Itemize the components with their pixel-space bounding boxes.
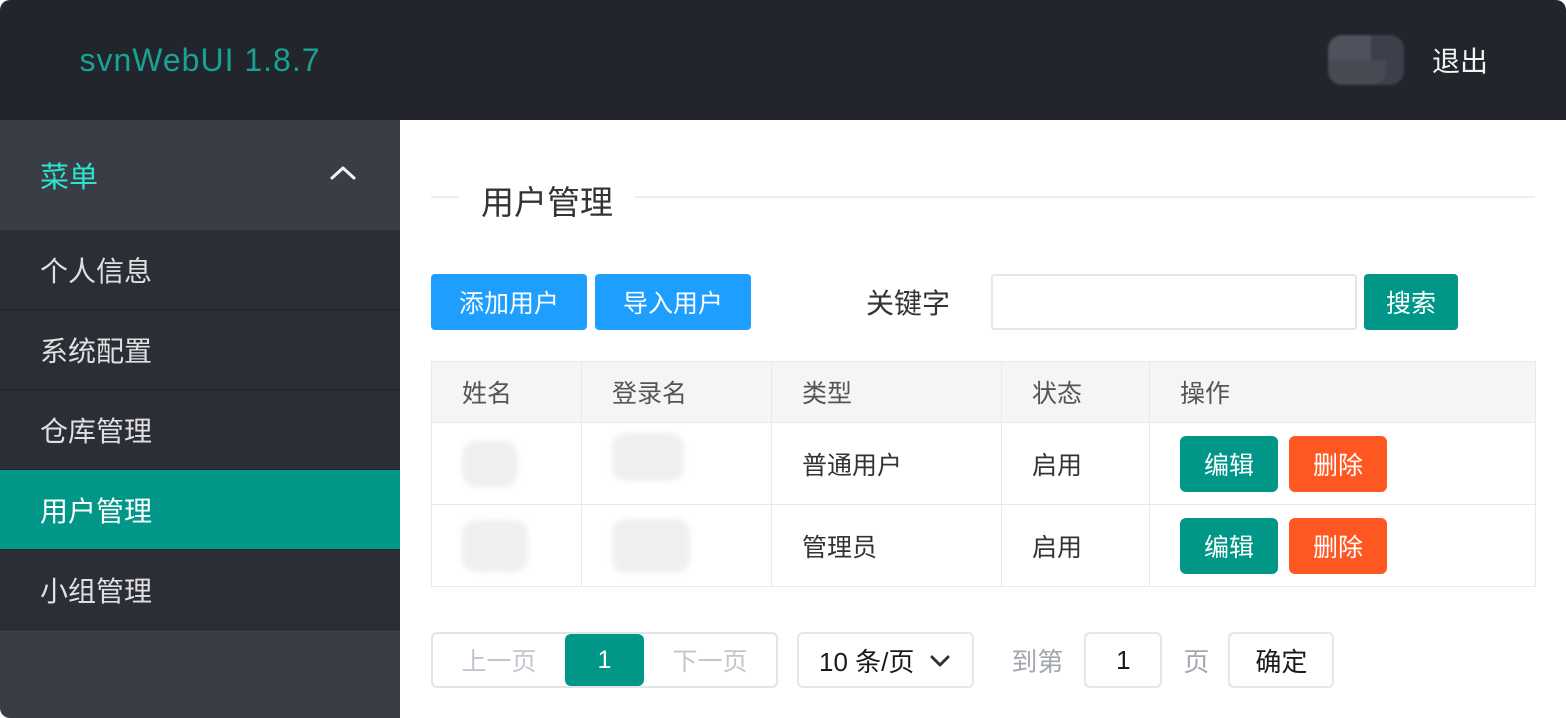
header-name: 姓名 <box>432 362 582 423</box>
sidebar-item-label: 系统配置 <box>40 330 152 370</box>
table-header-row: 姓名 登录名 类型 状态 操作 <box>432 362 1536 423</box>
header-login: 登录名 <box>582 362 772 423</box>
status-badge: 启用 <box>1002 505 1150 587</box>
topbar-user-area: 退出 <box>1328 35 1566 85</box>
sidebar-item-label: 用户管理 <box>40 490 152 530</box>
user-type-cell: 普通用户 <box>772 423 1002 505</box>
page-title: 用户管理 <box>459 176 635 224</box>
sidebar-nav: 菜单 个人信息 系统配置 仓库管理 用户管理 小组管理 <box>0 120 400 718</box>
page-nav-group: 上一页 1 下一页 <box>431 632 778 688</box>
import-user-button[interactable]: 导入用户 <box>595 274 751 330</box>
page-size-value: 10 条/页 <box>819 642 914 679</box>
main-content: 用户管理 添加用户 导入用户 关键字 搜索 姓名 登录名 类型 状态 操作 <box>400 120 1566 718</box>
table-row: 普通用户 启用 编辑 删除 <box>432 423 1536 505</box>
chevron-down-icon <box>928 645 952 676</box>
keyword-label: 关键字 <box>866 282 950 322</box>
redacted-name-value <box>462 520 528 572</box>
app-window: svnWebUI 1.8.7 退出 菜单 个人信息 系统配置 仓库管理 用户管理 <box>0 0 1566 718</box>
prev-page-button[interactable]: 上一页 <box>433 634 565 686</box>
sidebar-menu-title: 菜单 <box>40 154 98 196</box>
app-title: svnWebUI 1.8.7 <box>0 42 400 79</box>
status-badge: 启用 <box>1002 423 1150 505</box>
redacted-login-value <box>612 519 690 573</box>
pagination-bar: 上一页 1 下一页 10 条/页 到第 页 确定 <box>431 632 1535 688</box>
users-table: 姓名 登录名 类型 状态 操作 普通用户 启用 编辑 删除 <box>431 361 1536 587</box>
sidebar-item-repository-management[interactable]: 仓库管理 <box>0 390 400 470</box>
confirm-button[interactable]: 确定 <box>1228 632 1334 688</box>
chevron-up-icon <box>328 163 358 188</box>
logout-link[interactable]: 退出 <box>1432 40 1488 80</box>
row-operations: 编辑 删除 <box>1180 436 1535 492</box>
redacted-name-value <box>462 441 518 487</box>
header-status: 状态 <box>1002 362 1150 423</box>
sidebar-item-personal-info[interactable]: 个人信息 <box>0 230 400 310</box>
next-page-button[interactable]: 下一页 <box>644 634 776 686</box>
edit-button[interactable]: 编辑 <box>1180 436 1278 492</box>
sidebar-item-label: 小组管理 <box>40 570 152 610</box>
page-title-divider: 用户管理 <box>431 196 1535 198</box>
edit-button[interactable]: 编辑 <box>1180 518 1278 574</box>
keyword-input[interactable] <box>991 274 1357 330</box>
current-page-button[interactable]: 1 <box>565 634 644 686</box>
sidebar-item-group-management[interactable]: 小组管理 <box>0 550 400 630</box>
page-size-select[interactable]: 10 条/页 <box>797 632 974 688</box>
goto-page-prefix-label: 到第 <box>1011 642 1063 679</box>
sidebar-menu-header[interactable]: 菜单 <box>0 120 400 230</box>
user-type-cell: 管理员 <box>772 505 1002 587</box>
goto-page-input[interactable] <box>1084 632 1162 688</box>
redacted-login-value <box>612 433 684 481</box>
top-header-bar: svnWebUI 1.8.7 退出 <box>0 0 1566 120</box>
header-operations: 操作 <box>1150 362 1536 423</box>
sidebar-item-label: 仓库管理 <box>40 410 152 450</box>
search-button[interactable]: 搜索 <box>1364 274 1458 330</box>
table-row: 管理员 启用 编辑 删除 <box>432 505 1536 587</box>
sidebar-menu-items: 个人信息 系统配置 仓库管理 用户管理 小组管理 <box>0 230 400 630</box>
toolbar: 添加用户 导入用户 关键字 搜索 <box>431 274 1535 330</box>
delete-button[interactable]: 删除 <box>1289 436 1387 492</box>
add-user-button[interactable]: 添加用户 <box>431 274 587 330</box>
header-type: 类型 <box>772 362 1002 423</box>
sidebar-item-system-config[interactable]: 系统配置 <box>0 310 400 390</box>
delete-button[interactable]: 删除 <box>1289 518 1387 574</box>
sidebar-item-label: 个人信息 <box>40 250 152 290</box>
goto-page-suffix-label: 页 <box>1183 642 1209 679</box>
sidebar-item-user-management[interactable]: 用户管理 <box>0 470 400 550</box>
row-operations: 编辑 删除 <box>1180 518 1535 574</box>
user-avatar[interactable] <box>1328 35 1404 85</box>
